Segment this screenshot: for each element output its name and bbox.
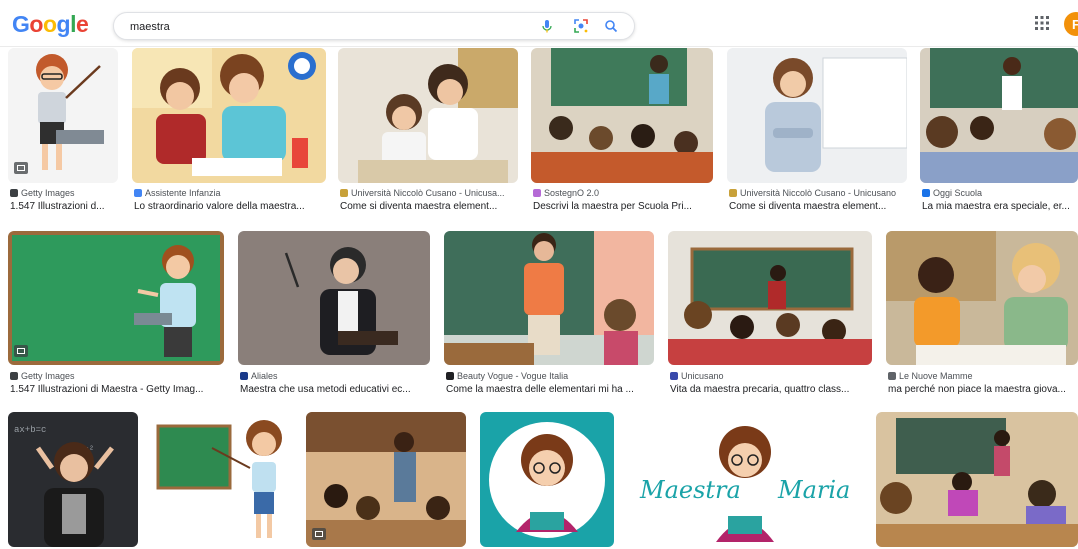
account-avatar[interactable]: F — [1064, 12, 1078, 36]
image-result[interactable] — [306, 412, 466, 549]
result-source: Assistente Infanzia — [134, 188, 324, 199]
image-result[interactable] — [152, 412, 292, 549]
result-source: Aliales — [240, 371, 428, 382]
result-thumbnail[interactable]: ax+b=c ∑x² — [8, 412, 138, 547]
logo-letter: o — [42, 11, 57, 37]
image-result[interactable]: Unicusano Vita da maestra precaria, quat… — [668, 231, 872, 401]
favicon-icon — [446, 372, 454, 380]
result-source: Unicusano — [670, 371, 870, 382]
result-source: Beauty Vogue - Vogue Italia — [446, 371, 652, 382]
image-result[interactable]: Assistente Infanzia Lo straordinario val… — [132, 48, 326, 218]
google-logo[interactable]: Google — [12, 11, 89, 38]
image-result[interactable]: Università Niccolò Cusano - Unicusano Co… — [727, 48, 907, 218]
favicon-icon — [340, 189, 348, 197]
result-caption[interactable]: La mia maestra era speciale, er... — [922, 201, 1076, 213]
svg-text:ax+b=c: ax+b=c — [14, 425, 46, 435]
result-thumbnail[interactable] — [238, 231, 430, 365]
result-caption[interactable]: Come si diventa maestra element... — [729, 201, 905, 213]
result-thumbnail[interactable] — [338, 48, 518, 183]
lens-icon[interactable] — [572, 17, 590, 35]
favicon-icon — [10, 372, 18, 380]
result-thumbnail[interactable] — [668, 231, 872, 365]
maestra-logo-word1: Maestra — [640, 476, 741, 504]
result-thumbnail[interactable] — [876, 412, 1078, 547]
image-result[interactable] — [480, 412, 614, 549]
logo-letter: o — [29, 11, 43, 37]
result-thumbnail[interactable] — [886, 231, 1078, 365]
mic-icon[interactable] — [538, 17, 556, 35]
result-thumbnail[interactable] — [306, 412, 466, 547]
logo-letter: g — [56, 11, 71, 37]
result-thumbnail[interactable] — [531, 48, 713, 183]
search-box[interactable] — [113, 12, 635, 40]
favicon-icon — [729, 189, 737, 197]
result-caption[interactable]: Vita da maestra precaria, quattro class.… — [670, 384, 870, 396]
search-input[interactable] — [128, 17, 522, 37]
result-caption[interactable]: 1.547 Illustrazioni di Maestra - Getty I… — [10, 384, 222, 396]
result-thumbnail[interactable] — [444, 231, 654, 365]
maestra-logo-word2: Maria — [778, 476, 851, 504]
search-icon[interactable] — [602, 17, 620, 35]
image-result[interactable]: Getty Images 1.547 Illustrazioni di Maes… — [8, 231, 224, 401]
image-result[interactable]: Maestra Maria — [628, 412, 862, 549]
result-thumbnail[interactable] — [8, 231, 224, 365]
result-source: Università Niccolò Cusano - Unicusa... — [340, 188, 516, 199]
result-caption[interactable]: Descrivi la maestra per Scuola Pri... — [533, 201, 711, 213]
result-caption[interactable]: Maestra che usa metodi educativi ec... — [240, 384, 428, 396]
favicon-icon — [240, 372, 248, 380]
result-source: SostegnO 2.0 — [533, 188, 711, 199]
result-caption[interactable]: ma perché non piace la maestra giova... — [888, 384, 1076, 396]
video-badge-icon — [14, 345, 28, 357]
image-result[interactable]: ax+b=c ∑x² — [8, 412, 138, 549]
image-result[interactable] — [876, 412, 1078, 549]
image-result[interactable]: Oggi Scuola La mia maestra era speciale,… — [920, 48, 1078, 218]
video-badge-icon — [14, 162, 28, 174]
result-thumbnail[interactable] — [920, 48, 1078, 183]
favicon-icon — [922, 189, 930, 197]
favicon-icon — [10, 189, 18, 197]
result-caption[interactable]: Come la maestra delle elementari mi ha .… — [446, 384, 652, 396]
favicon-icon — [533, 189, 541, 197]
apps-icon[interactable] — [1035, 16, 1049, 30]
favicon-icon — [670, 372, 678, 380]
result-thumbnail[interactable] — [727, 48, 907, 183]
result-caption[interactable]: Lo straordinario valore della maestra... — [134, 201, 324, 213]
result-thumbnail[interactable] — [132, 48, 326, 183]
result-thumbnail[interactable] — [480, 412, 614, 547]
image-result[interactable]: Aliales Maestra che usa metodi educativi… — [238, 231, 430, 401]
result-source: Getty Images — [10, 371, 222, 382]
logo-letter: G — [12, 11, 30, 37]
favicon-icon — [888, 372, 896, 380]
image-result[interactable]: Università Niccolò Cusano - Unicusa... C… — [338, 48, 518, 218]
result-caption[interactable]: Come si diventa maestra element... — [340, 201, 516, 213]
favicon-icon — [134, 189, 142, 197]
image-result[interactable]: Getty Images 1.547 Illustrazioni d... — [8, 48, 118, 218]
image-result[interactable]: Le Nuove Mamme ma perché non piace la ma… — [886, 231, 1078, 401]
image-result[interactable]: Beauty Vogue - Vogue Italia Come la maes… — [444, 231, 654, 401]
result-caption[interactable]: 1.547 Illustrazioni d... — [10, 201, 116, 213]
result-source: Le Nuove Mamme — [888, 371, 1076, 382]
top-bar: Google F — [0, 0, 1078, 47]
result-thumbnail[interactable]: Maestra Maria — [628, 412, 862, 547]
result-source: Università Niccolò Cusano - Unicusano — [729, 188, 905, 199]
result-thumbnail[interactable] — [152, 412, 292, 547]
image-result[interactable]: SostegnO 2.0 Descrivi la maestra per Scu… — [531, 48, 713, 218]
result-source: Oggi Scuola — [922, 188, 1076, 199]
result-thumbnail[interactable] — [8, 48, 118, 183]
logo-letter: e — [75, 11, 89, 37]
video-badge-icon — [312, 528, 326, 540]
result-source: Getty Images — [10, 188, 116, 199]
